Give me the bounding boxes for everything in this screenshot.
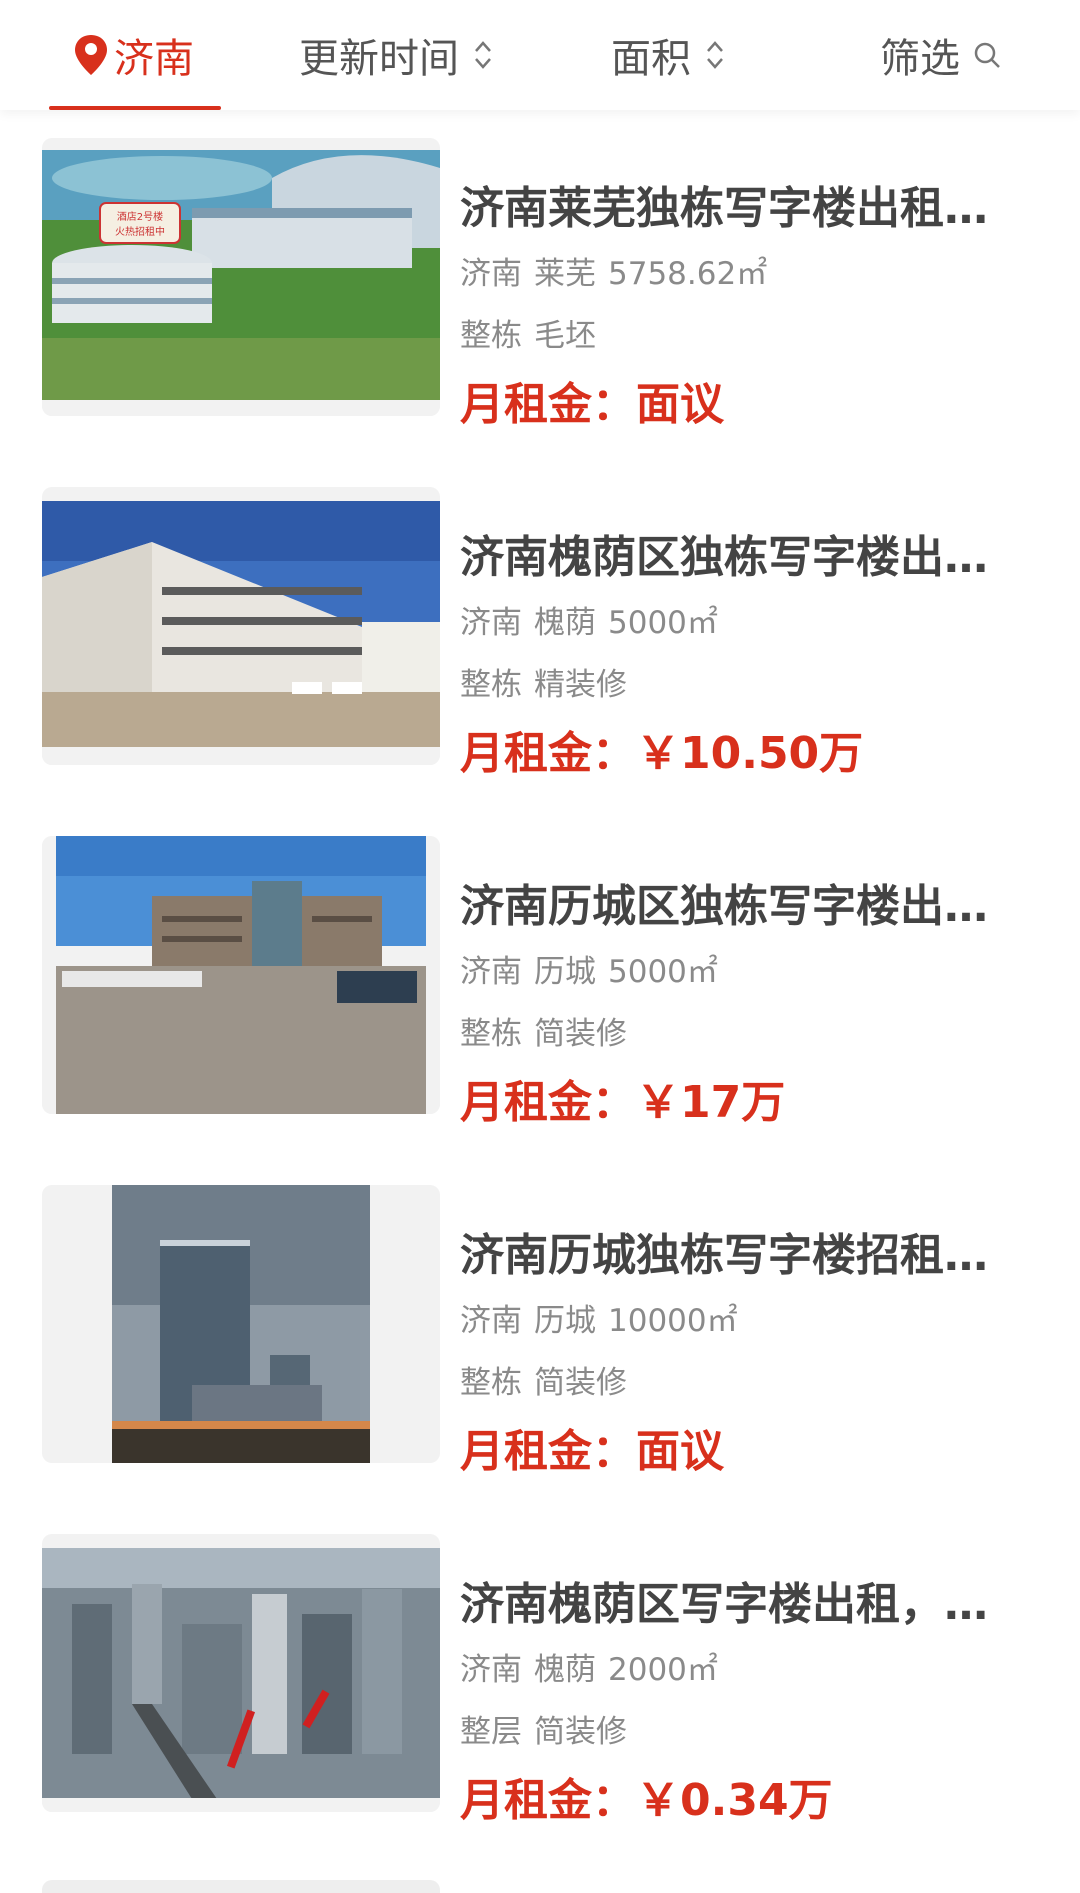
listing-district: 槐荫 (534, 605, 596, 641)
listing-city: 济南 (460, 954, 522, 990)
listing-location-area: 济南 槐荫 2000㎡ (460, 1644, 718, 1689)
listing-location-area: 济南 莱芜 5758.62㎡ (460, 248, 767, 293)
listing-city: 济南 (460, 605, 522, 641)
search-icon (974, 42, 1000, 68)
listing-district: 历城 (534, 954, 596, 990)
location-pin-icon (75, 35, 107, 75)
rent-value: ￥0.34万 (636, 1775, 833, 1826)
listing-rent: 月租金：￥17万 (460, 1066, 785, 1130)
city-selector[interactable]: 济南 (72, 0, 194, 110)
listing-type: 整栋 (460, 667, 522, 703)
listing-type: 整栋 (460, 1365, 522, 1401)
rent-value: ￥10.50万 (636, 728, 864, 779)
listing-area: 5000㎡ (608, 605, 718, 641)
listing-card[interactable]: 酒店2号楼 火热招租中 济南莱芜独栋写字楼出租… 济南 莱芜 5758.62㎡ 整栋… (0, 138, 1080, 438)
building-photo (42, 501, 440, 765)
filter-bar: 济南 更新时间 面积 筛选 (0, 0, 1080, 110)
listing-area: 5758.62㎡ (608, 256, 768, 292)
rent-label: 月租金： (460, 379, 636, 430)
listing-type: 整层 (460, 1714, 522, 1750)
listing-image[interactable] (42, 1185, 440, 1463)
city-label: 济南 (114, 36, 194, 82)
listing-title[interactable]: 济南历城区独栋写字楼出… (460, 870, 1020, 934)
listing-decoration: 简装修 (534, 1365, 627, 1401)
active-tab-indicator (49, 106, 221, 110)
listing-district: 莱芜 (534, 256, 596, 292)
listing-rent: 月租金：￥10.50万 (460, 717, 863, 781)
rent-value: ￥17万 (636, 1077, 786, 1128)
listing-decoration: 毛坯 (534, 318, 596, 354)
listing-title[interactable]: 济南槐荫区写字楼出租，… (460, 1568, 1020, 1632)
next-listing-image-partial (42, 1880, 440, 1893)
listing-title[interactable]: 济南槐荫区独栋写字楼出… (460, 521, 1020, 585)
rent-label: 月租金： (460, 1426, 636, 1477)
listing-image[interactable] (42, 1534, 440, 1812)
listing-card[interactable]: 济南历城独栋写字楼招租… 济南 历城 10000㎡ 整栋 简装修 月租金：面议 (0, 1185, 1080, 1485)
listing-type-decoration: 整栋 精装修 (460, 659, 627, 704)
listing-image[interactable] (42, 836, 440, 1114)
rent-value: 面议 (636, 1426, 724, 1477)
sort-arrows-icon (707, 41, 723, 69)
listing-location-area: 济南 历城 5000㎡ (460, 946, 718, 991)
listing-rent: 月租金：面议 (460, 368, 724, 432)
listing-decoration: 精装修 (534, 667, 627, 703)
listing-type-decoration: 整栋 简装修 (460, 1357, 627, 1402)
building-photo (42, 1548, 440, 1812)
image-badge-text: 酒店2号楼 (117, 210, 163, 223)
building-photo: 酒店2号楼 火热招租中 (42, 150, 440, 416)
listing-type: 整栋 (460, 318, 522, 354)
listing-city: 济南 (460, 1303, 522, 1339)
svg-text:火热招租中: 火热招租中 (115, 225, 165, 238)
listing-city: 济南 (460, 256, 522, 292)
listing-area: 10000㎡ (608, 1303, 738, 1339)
listing-type-decoration: 整栋 简装修 (460, 1008, 627, 1053)
listing-location-area: 济南 历城 10000㎡ (460, 1295, 738, 1340)
listing-district: 历城 (534, 1303, 596, 1339)
rent-label: 月租金： (460, 1077, 636, 1128)
rent-label: 月租金： (460, 728, 636, 779)
listing-type: 整栋 (460, 1016, 522, 1052)
sort-update-label: 更新时间 (299, 36, 459, 82)
sort-update-time[interactable]: 更新时间 (299, 0, 495, 110)
listing-card[interactable]: 济南历城区独栋写字楼出… 济南 历城 5000㎡ 整栋 简装修 月租金：￥17万 (0, 836, 1080, 1136)
listing-rent: 月租金：￥0.34万 (460, 1764, 833, 1828)
listing-title[interactable]: 济南莱芜独栋写字楼出租… (460, 172, 1020, 236)
listing-type-decoration: 整栋 毛坯 (460, 310, 596, 355)
listing-decoration: 简装修 (534, 1016, 627, 1052)
building-photo (112, 1185, 370, 1463)
listing-city: 济南 (460, 1652, 522, 1688)
listing-type-decoration: 整层 简装修 (460, 1706, 627, 1751)
listing-card[interactable]: 济南槐荫区写字楼出租，… 济南 槐荫 2000㎡ 整层 简装修 月租金：￥0.34万 (0, 1534, 1080, 1834)
listing-image[interactable] (42, 487, 440, 765)
listing-area: 5000㎡ (608, 954, 718, 990)
listing-location-area: 济南 槐荫 5000㎡ (460, 597, 718, 642)
listing-card[interactable]: 济南槐荫区独栋写字楼出… 济南 槐荫 5000㎡ 整栋 精装修 月租金：￥10.50万 (0, 487, 1080, 787)
building-photo (42, 836, 440, 1114)
sort-area[interactable]: 面积 (611, 0, 727, 110)
listing-image[interactable]: 酒店2号楼 火热招租中 (42, 138, 440, 416)
listing-rent: 月租金：面议 (460, 1415, 724, 1479)
listing-district: 槐荫 (534, 1652, 596, 1688)
rent-label: 月租金： (460, 1775, 636, 1826)
sort-arrows-icon (475, 41, 491, 69)
listing-area: 2000㎡ (608, 1652, 718, 1688)
filter-label: 筛选 (880, 36, 960, 82)
listing-title[interactable]: 济南历城独栋写字楼招租… (460, 1219, 1020, 1283)
sort-area-label: 面积 (611, 36, 691, 82)
rent-value: 面议 (636, 379, 724, 430)
listing-decoration: 简装修 (534, 1714, 627, 1750)
filter-button[interactable]: 筛选 (880, 0, 1002, 110)
